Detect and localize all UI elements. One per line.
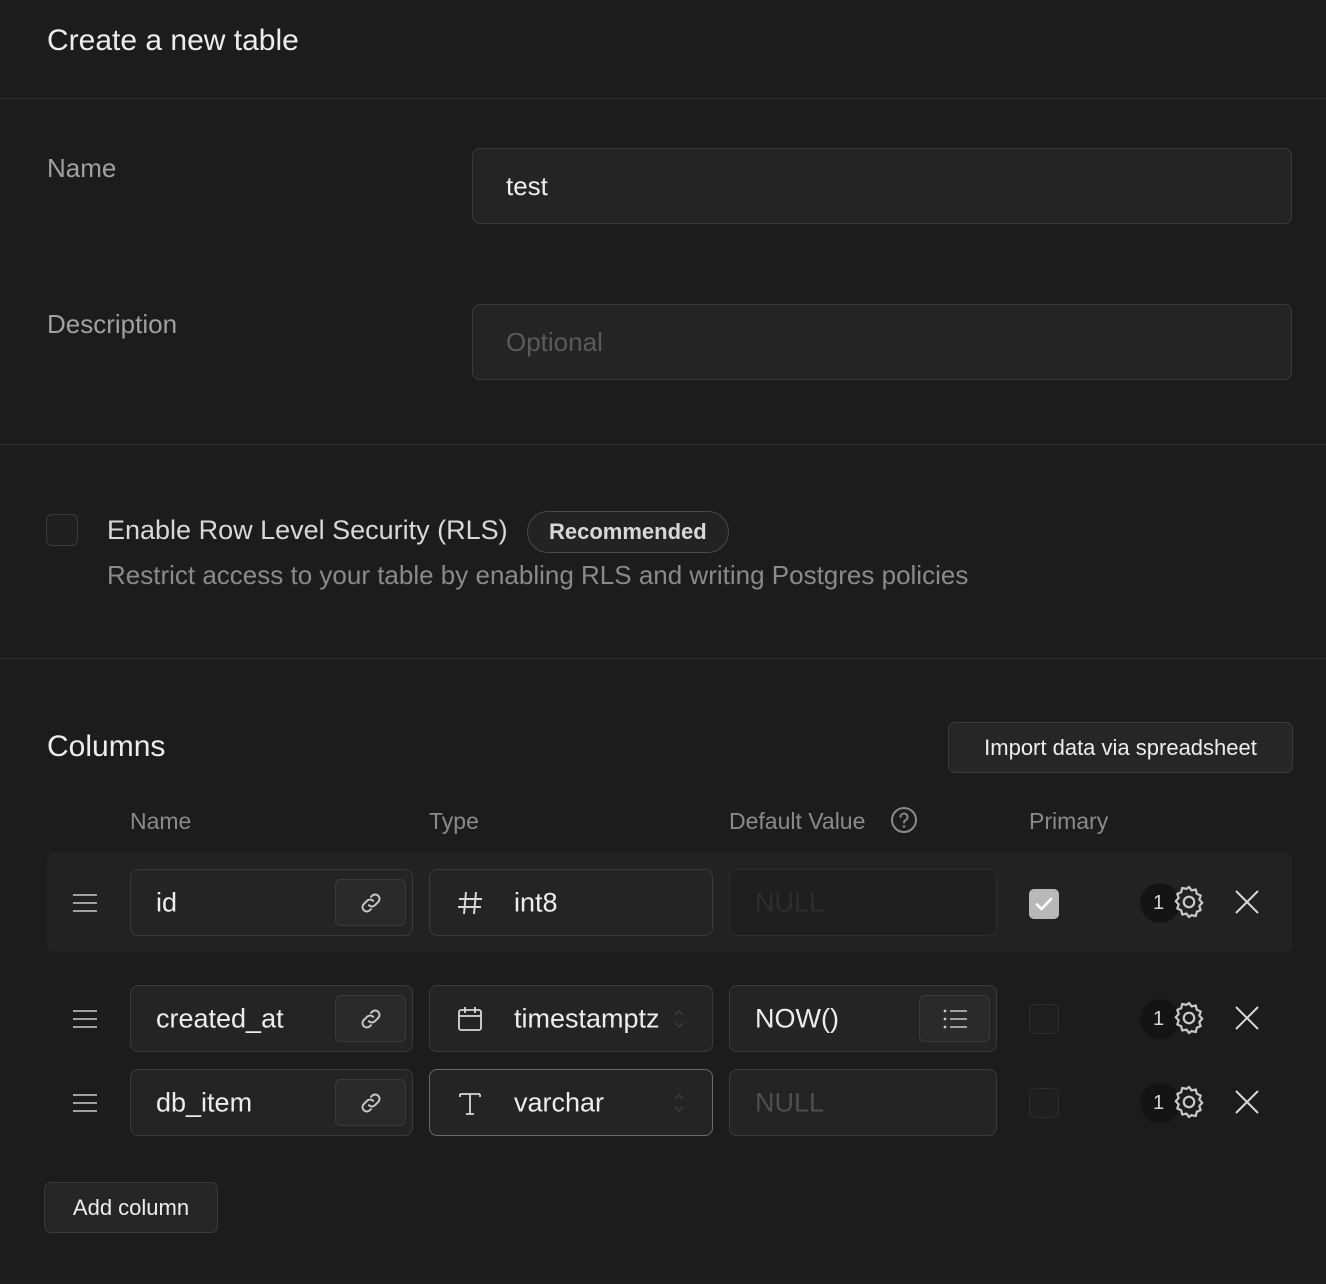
rls-checkbox[interactable] — [46, 514, 78, 546]
divider — [0, 444, 1326, 445]
column-name-input[interactable]: db_item — [130, 1069, 413, 1136]
column-header-default: Default Value — [729, 808, 866, 834]
description-label: Description — [47, 309, 178, 339]
column-header-name: Name — [130, 808, 192, 834]
column-type-value: int8 — [514, 887, 558, 917]
column-name-value: id — [156, 887, 178, 917]
foreign-key-button[interactable] — [335, 1079, 406, 1126]
link-icon — [361, 1009, 380, 1028]
remove-column-icon[interactable] — [1234, 889, 1260, 915]
columns-title: Columns — [47, 730, 166, 763]
primary-key-checkbox[interactable] — [1029, 1088, 1059, 1118]
dialog-header: Create a new table — [0, 0, 1326, 99]
column-header-type: Type — [429, 808, 479, 834]
column-type-value: timestamptz — [514, 1003, 660, 1033]
gear-icon[interactable] — [1170, 1083, 1208, 1121]
column-name-value: db_item — [156, 1087, 253, 1117]
recommended-badge: Recommended — [527, 511, 729, 553]
drag-handle-icon[interactable] — [72, 1009, 98, 1029]
column-type-select[interactable]: varchar — [429, 1069, 713, 1136]
foreign-key-button[interactable] — [335, 879, 406, 926]
column-name-input[interactable]: id — [130, 869, 413, 936]
help-icon[interactable] — [890, 806, 918, 834]
name-label: Name — [47, 153, 117, 183]
link-icon — [361, 893, 380, 912]
column-name-value: created_at — [156, 1003, 284, 1033]
default-value-placeholder: NULL — [755, 1087, 825, 1117]
check-icon — [1035, 897, 1053, 911]
gear-icon[interactable] — [1170, 999, 1208, 1037]
default-value-input[interactable]: NOW() — [729, 985, 997, 1052]
primary-key-checkbox[interactable] — [1029, 889, 1059, 919]
drag-handle-icon[interactable] — [72, 893, 98, 913]
link-icon — [361, 1093, 380, 1112]
default-value-placeholder: NULL — [755, 887, 825, 917]
column-type-select[interactable]: timestamptz — [429, 985, 713, 1052]
divider — [0, 658, 1326, 659]
column-type-value: varchar — [514, 1087, 605, 1117]
gear-icon[interactable] — [1170, 883, 1208, 921]
name-input[interactable]: test — [472, 148, 1292, 224]
add-column-button[interactable]: Add column — [44, 1182, 218, 1233]
dialog-title: Create a new table — [47, 24, 299, 57]
column-header-primary: Primary — [1029, 808, 1109, 834]
column-type-select[interactable]: int8 — [429, 869, 713, 936]
default-value-menu-button[interactable] — [919, 995, 990, 1042]
chevron-updown-icon — [674, 1009, 684, 1028]
description-input[interactable]: Optional — [472, 304, 1292, 380]
text-type-icon — [459, 1092, 481, 1115]
remove-column-icon[interactable] — [1234, 1005, 1260, 1031]
drag-handle-icon[interactable] — [72, 1093, 98, 1113]
import-spreadsheet-button[interactable]: Import data via spreadsheet — [948, 722, 1293, 773]
calendar-icon — [458, 1006, 482, 1031]
primary-key-checkbox[interactable] — [1029, 1004, 1059, 1034]
column-name-input[interactable]: created_at — [130, 985, 413, 1052]
list-icon — [943, 1009, 967, 1028]
default-value-input[interactable]: NULL — [729, 1069, 997, 1136]
remove-column-icon[interactable] — [1234, 1089, 1260, 1115]
foreign-key-button[interactable] — [335, 995, 406, 1042]
default-value-input[interactable]: NULL — [729, 869, 997, 936]
rls-label: Enable Row Level Security (RLS) — [107, 515, 508, 545]
hash-icon — [458, 891, 482, 914]
chevron-updown-icon — [674, 1093, 684, 1112]
rls-description: Restrict access to your table by enablin… — [107, 560, 969, 590]
default-value-value: NOW() — [755, 1003, 839, 1033]
